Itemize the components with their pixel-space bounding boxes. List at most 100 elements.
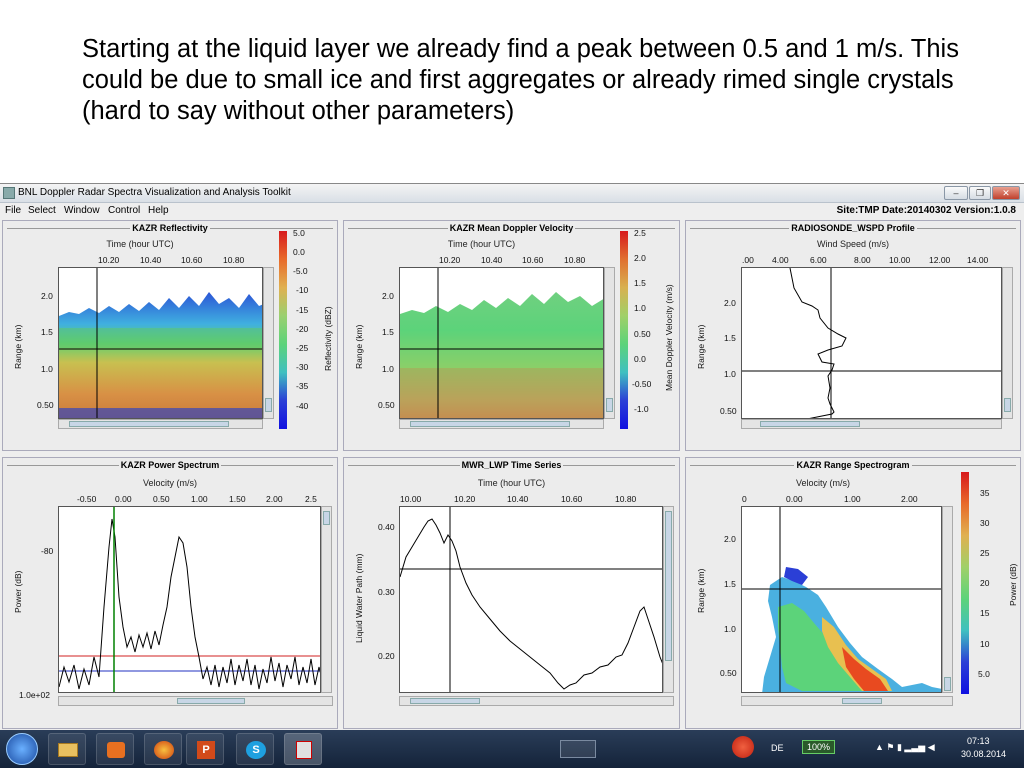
y-tick: 1.0	[724, 624, 736, 634]
colorbar	[620, 231, 628, 429]
menu-help[interactable]: Help	[148, 205, 169, 216]
colorbar-tick: 10	[980, 639, 990, 649]
colorbar	[279, 231, 287, 429]
y-axis-title: Liquid Water Path (mm)	[354, 553, 364, 643]
x-tick: 1.00	[191, 494, 208, 504]
panel-reflectivity: KAZR Reflectivity Time (hour UTC) 10.20 …	[2, 220, 338, 451]
x-tick: 10.20	[439, 255, 461, 265]
panel-title: KAZR Mean Doppler Velocity	[447, 223, 576, 233]
office-notification-icon[interactable]	[732, 736, 754, 758]
windspeed-profile	[742, 268, 1001, 418]
panel-title: RADIOSONDE_WSPD Profile	[789, 223, 917, 233]
x-tick: 2.00	[266, 494, 283, 504]
spectrogram-plot[interactable]	[741, 506, 942, 693]
x-tick: 0	[742, 494, 747, 504]
colorbar-tick: -40	[296, 401, 309, 411]
x-tick: 12.00	[929, 255, 951, 265]
colorbar-tick: 1.0	[634, 303, 646, 313]
java-taskbar-button[interactable]	[284, 733, 322, 765]
skype-taskbar-button[interactable]: S	[236, 733, 274, 765]
y-tick: 1.5	[724, 579, 736, 589]
menu-control[interactable]: Control	[108, 205, 140, 216]
horizontal-scrollbar[interactable]	[58, 419, 263, 429]
horizontal-scrollbar[interactable]	[741, 419, 1002, 429]
battery-indicator[interactable]: 100%	[802, 740, 836, 754]
x-axis-title: Wind Speed (m/s)	[816, 239, 890, 249]
colorbar-tick: -0.50	[632, 379, 652, 389]
colorbar-tick: 25	[980, 548, 990, 558]
clock-date[interactable]: 30.08.2014	[961, 749, 1006, 759]
vertical-scrollbar[interactable]	[604, 267, 615, 419]
horizontal-scrollbar[interactable]	[58, 696, 333, 706]
y-axis-title: Power (dB)	[13, 570, 23, 613]
velocity-image	[400, 268, 603, 418]
y-axis-title: Range (km)	[696, 324, 706, 369]
colorbar-tick: 20	[980, 578, 990, 588]
window-titlebar[interactable]: BNL Doppler Radar Spectra Visualization …	[0, 184, 1024, 203]
colorbar-label: Mean Doppler Velocity (m/s)	[664, 284, 674, 391]
y-tick: 1.0e+02	[19, 690, 50, 700]
vertical-scrollbar[interactable]	[321, 506, 332, 693]
start-button[interactable]	[6, 733, 38, 765]
restore-button[interactable]: ❐	[969, 186, 991, 200]
x-tick: 0.00	[786, 494, 803, 504]
y-axis-title: Range (km)	[13, 324, 23, 369]
x-tick: 10.20	[98, 255, 120, 265]
menu-window[interactable]: Window	[64, 205, 100, 216]
powerpoint-taskbar-button[interactable]: P	[186, 733, 224, 765]
x-axis-title: Time (hour UTC)	[477, 478, 546, 488]
x-axis-title: Time (hour UTC)	[106, 239, 174, 249]
horizontal-scrollbar[interactable]	[741, 696, 953, 706]
y-tick: 1.0	[724, 369, 736, 379]
colorbar-tick: -30	[296, 362, 309, 372]
colorbar-tick: 35	[980, 488, 990, 498]
x-axis-title: Velocity (m/s)	[142, 478, 197, 488]
x-tick: 10.00	[400, 494, 422, 504]
app-icon	[3, 187, 15, 199]
spectrogram-image	[742, 507, 941, 692]
vertical-scrollbar[interactable]	[1002, 267, 1013, 419]
x-tick: 10.80	[564, 255, 586, 265]
windspeed-plot[interactable]	[741, 267, 1002, 419]
vertical-scrollbar[interactable]	[263, 267, 274, 419]
x-tick: 10.60	[181, 255, 203, 265]
lwp-curve	[400, 507, 662, 692]
velocity-plot[interactable]	[399, 267, 604, 419]
x-tick: 10.40	[481, 255, 503, 265]
x-axis-title: Time (hour UTC)	[447, 239, 516, 249]
x-tick: 2.5	[305, 494, 317, 504]
lwp-plot[interactable]	[399, 506, 663, 693]
menu-file[interactable]: File	[5, 205, 21, 216]
power-spectrum-plot[interactable]	[58, 506, 321, 693]
menu-select[interactable]: Select	[28, 205, 56, 216]
vertical-scrollbar[interactable]	[942, 506, 953, 693]
x-tick: 10.20	[454, 494, 476, 504]
reflectivity-plot[interactable]	[58, 267, 263, 419]
explorer-taskbar-button[interactable]	[48, 733, 86, 765]
vertical-scrollbar[interactable]	[663, 506, 674, 693]
media-player-taskbar-button[interactable]	[96, 733, 134, 765]
colorbar-tick: 30	[980, 518, 990, 528]
y-tick: 0.50	[378, 400, 395, 410]
x-tick: 0.00	[115, 494, 132, 504]
y-axis-title: Range (km)	[354, 324, 364, 369]
clock-time[interactable]: 07:13	[967, 736, 990, 746]
firefox-taskbar-button[interactable]	[144, 733, 182, 765]
colorbar-tick: 15	[980, 608, 990, 618]
tray-icons[interactable]: ▲ ⚑ ▮ ▂▃▅ ◀	[875, 742, 935, 753]
panel-title: KAZR Reflectivity	[130, 223, 210, 233]
colorbar	[961, 472, 969, 694]
minimize-button[interactable]: –	[944, 186, 968, 200]
y-tick: 0.50	[37, 400, 54, 410]
y-tick: 1.0	[382, 364, 394, 374]
x-tick: 6.00	[810, 255, 827, 265]
y-tick: 0.20	[378, 651, 395, 661]
y-tick: 1.0	[41, 364, 53, 374]
horizontal-scrollbar[interactable]	[399, 419, 604, 429]
horizontal-scrollbar[interactable]	[399, 696, 674, 706]
colorbar-tick: -35	[296, 381, 309, 391]
close-button[interactable]: ✕	[992, 186, 1020, 200]
language-indicator[interactable]: DE	[771, 743, 784, 753]
x-tick: 1.50	[229, 494, 246, 504]
network-widget[interactable]	[560, 740, 596, 758]
